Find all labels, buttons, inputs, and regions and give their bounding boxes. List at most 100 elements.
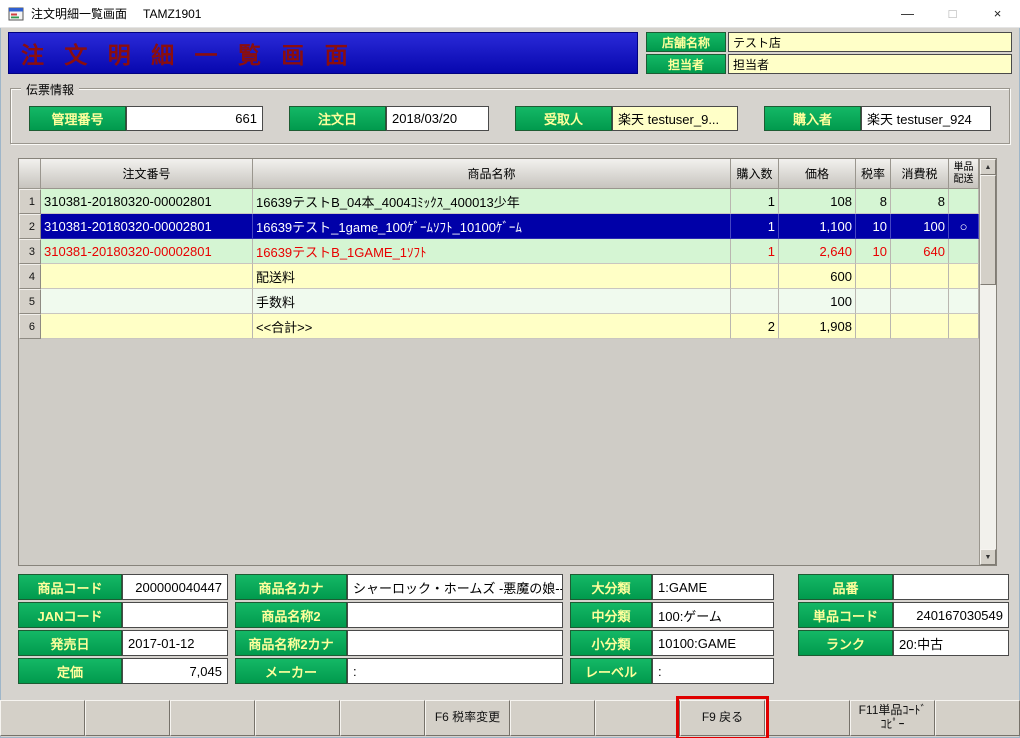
- fkey-empty-10: [765, 700, 850, 736]
- product-code-value[interactable]: 200000040447: [122, 574, 228, 600]
- column-header-row-number: [19, 159, 41, 189]
- cell-tax-rate: [856, 314, 891, 339]
- cell-order-no: 310381-20180320-00002801: [41, 214, 253, 239]
- purchaser-label: 購入者: [764, 106, 861, 131]
- purchaser-field: 購入者 楽天 testuser_924: [764, 106, 991, 131]
- cell-tax: 100: [891, 214, 949, 239]
- staff-value[interactable]: 担当者: [728, 54, 1012, 74]
- jan-code-value[interactable]: [122, 602, 228, 628]
- table-main: 注文番号 商品名称 購入数 価格 税率 消費税 単品 配送 1 310381-2…: [19, 159, 979, 565]
- mid-category-value[interactable]: 100:ゲーム: [652, 602, 774, 628]
- maximize-button[interactable]: □: [930, 0, 975, 28]
- table-empty-area: [19, 339, 979, 565]
- item-number-label: 品番: [798, 574, 893, 600]
- product-detail-panel: 商品コード 200000040447 商品名カナ シャーロック・ホームズ -悪魔…: [18, 574, 1020, 684]
- order-date-label: 注文日: [289, 106, 386, 131]
- detail-row: 発売日 2017-01-12 商品名称2カナ 小分類 10100:GAME ラン…: [18, 630, 1020, 656]
- cell-product-name: 16639テストB_1GAME_1ｿﾌﾄ: [253, 239, 731, 264]
- recipient-value[interactable]: 楽天 testuser_9...: [612, 106, 738, 131]
- scrollbar-thumb[interactable]: [980, 175, 996, 285]
- cell-tax-rate: 8: [856, 189, 891, 214]
- control-number-value[interactable]: 661: [126, 106, 263, 131]
- minor-category-value[interactable]: 10100:GAME: [652, 630, 774, 656]
- cell-product-name: 16639テスト_1game_100ｹﾞｰﾑｿﾌﾄ_10100ｹﾞｰﾑ: [253, 214, 731, 239]
- maker-value[interactable]: :: [347, 658, 563, 684]
- release-date-value[interactable]: 2017-01-12: [122, 630, 228, 656]
- f11-single-item-code-copy-button[interactable]: F11単品ｺｰﾄﾞ ｺﾋﾟｰ: [850, 700, 935, 736]
- purchaser-value[interactable]: 楽天 testuser_924: [861, 106, 991, 131]
- title-bar[interactable]: 注文明細一覧画面 TAMZ1901 — □ ×: [0, 0, 1020, 28]
- close-button[interactable]: ×: [975, 0, 1020, 28]
- scroll-down-button[interactable]: ▼: [980, 549, 996, 565]
- product-code-label: 商品コード: [18, 574, 122, 600]
- cell-single-shipping: [949, 314, 979, 339]
- fkey-empty-5: [340, 700, 425, 736]
- cell-price: 108: [779, 189, 856, 214]
- control-number-label: 管理番号: [29, 106, 126, 131]
- cell-tax: [891, 289, 949, 314]
- order-detail-table: 注文番号 商品名称 購入数 価格 税率 消費税 単品 配送 1 310381-2…: [18, 158, 997, 566]
- cell-tax-rate: 10: [856, 214, 891, 239]
- column-header-product-name: 商品名称: [253, 159, 731, 189]
- cell-order-no: [41, 289, 253, 314]
- table-row-selected[interactable]: 2 310381-20180320-00002801 16639テスト_1gam…: [19, 214, 979, 239]
- label-name-value[interactable]: :: [652, 658, 774, 684]
- product-name2-kana-label: 商品名称2カナ: [235, 630, 347, 656]
- cell-tax: [891, 264, 949, 289]
- product-name2-value[interactable]: [347, 602, 563, 628]
- store-name-field: 店舗名称 テスト店: [646, 32, 1012, 52]
- major-category-value[interactable]: 1:GAME: [652, 574, 774, 600]
- row-number: 2: [19, 214, 41, 239]
- rank-value[interactable]: 20:中古: [893, 630, 1009, 656]
- cell-order-no: 310381-20180320-00002801: [41, 189, 253, 214]
- cell-single-shipping: ○: [949, 214, 979, 239]
- cell-single-shipping: [949, 189, 979, 214]
- table-row[interactable]: 5 手数料 100: [19, 289, 979, 314]
- list-price-value[interactable]: 7,045: [122, 658, 228, 684]
- table-header: 注文番号 商品名称 購入数 価格 税率 消費税 単品 配送: [19, 159, 979, 189]
- row-number: 5: [19, 289, 41, 314]
- column-header-single-shipping: 単品 配送: [949, 159, 979, 189]
- slip-info-group-title: 伝票情報: [21, 81, 79, 98]
- cell-tax: [891, 314, 949, 339]
- cell-product-name: 手数料: [253, 289, 731, 314]
- scroll-up-button[interactable]: ▲: [980, 159, 996, 175]
- cell-price: 100: [779, 289, 856, 314]
- rank-label: ランク: [798, 630, 893, 656]
- product-name2-kana-value[interactable]: [347, 630, 563, 656]
- single-shipping-line2: 配送: [954, 174, 974, 186]
- cell-tax-rate: [856, 289, 891, 314]
- cell-price: 1,908: [779, 314, 856, 339]
- mid-category-label: 中分類: [570, 602, 652, 628]
- product-name-kana-value[interactable]: シャーロック・ホームズ -悪魔の娘--...: [347, 574, 563, 600]
- item-number-value[interactable]: [893, 574, 1009, 600]
- screen-code: TAMZ1901: [143, 7, 201, 21]
- cell-qty: 2: [731, 314, 779, 339]
- order-date-field: 注文日 2018/03/20: [289, 106, 489, 131]
- column-header-tax: 消費税: [891, 159, 949, 189]
- cell-tax: 8: [891, 189, 949, 214]
- vertical-scrollbar[interactable]: ▲ ▼: [979, 159, 996, 565]
- table-row-total[interactable]: 6 <<合計>> 2 1,908: [19, 314, 979, 339]
- fkey-empty-8: [595, 700, 680, 736]
- table-row[interactable]: 3 310381-20180320-00002801 16639テストB_1GA…: [19, 239, 979, 264]
- product-name2-label: 商品名称2: [235, 602, 347, 628]
- fkey-empty-7: [510, 700, 595, 736]
- store-name-value[interactable]: テスト店: [728, 32, 1012, 52]
- single-item-code-value[interactable]: 240167030549: [893, 602, 1009, 628]
- order-date-value[interactable]: 2018/03/20: [386, 106, 489, 131]
- table-row[interactable]: 4 配送料 600: [19, 264, 979, 289]
- f9-back-button[interactable]: F9 戻る: [680, 700, 765, 736]
- scrollbar-track[interactable]: [980, 285, 996, 549]
- cell-order-no: [41, 264, 253, 289]
- staff-field: 担当者 担当者: [646, 54, 1012, 74]
- header-row: 注 文 明 細 一 覧 画 面 店舗名称 テスト店 担当者 担当者: [8, 32, 1012, 74]
- table-row[interactable]: 1 310381-20180320-00002801 16639テストB_04本…: [19, 189, 979, 214]
- cell-qty: 1: [731, 239, 779, 264]
- jan-code-label: JANコード: [18, 602, 122, 628]
- app-icon: [8, 6, 24, 22]
- minimize-button[interactable]: —: [885, 0, 930, 28]
- f6-tax-rate-change-button[interactable]: F6 税率変更: [425, 700, 510, 736]
- page-title-banner: 注 文 明 細 一 覧 画 面: [8, 32, 638, 74]
- recipient-label: 受取人: [515, 106, 612, 131]
